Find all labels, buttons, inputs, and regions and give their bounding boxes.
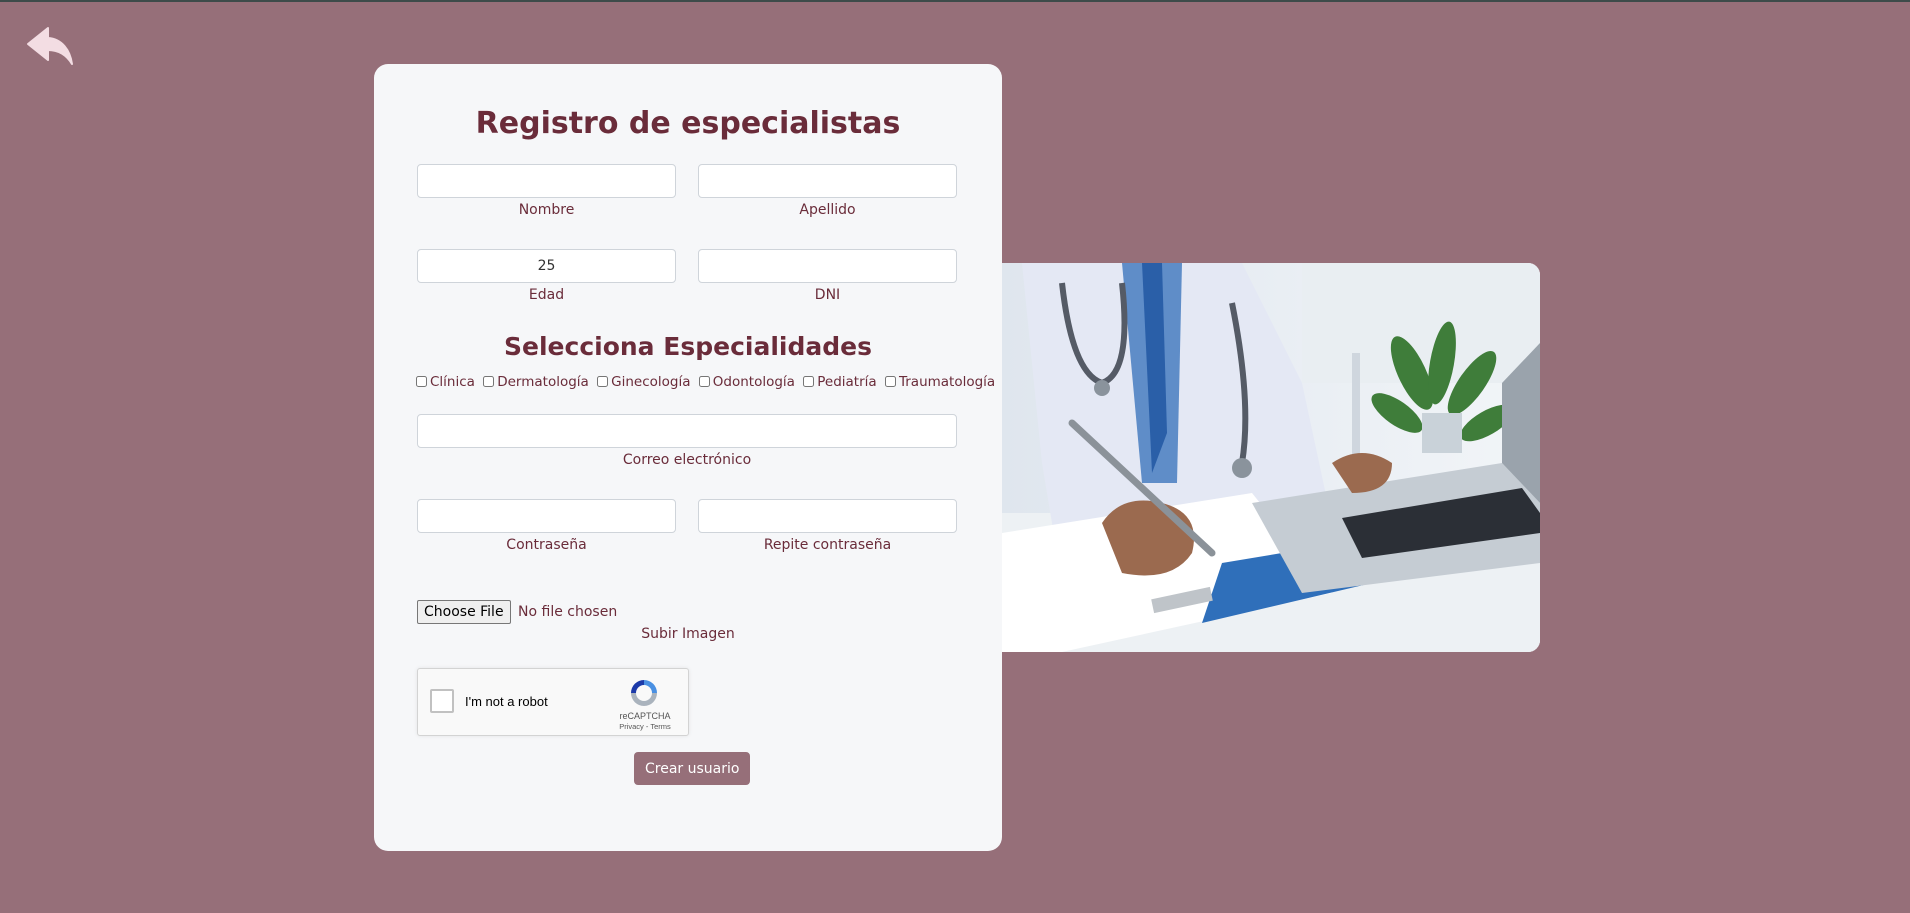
recaptcha-links[interactable]: Privacy - Terms bbox=[612, 722, 678, 731]
specialty-checkbox[interactable] bbox=[483, 376, 495, 387]
page-title: Registro de especialistas bbox=[475, 106, 901, 141]
password-label: Contraseña bbox=[506, 537, 587, 553]
file-upload: Choose File No file chosen bbox=[417, 600, 617, 624]
email-label: Correo electrónico bbox=[622, 452, 752, 468]
top-border bbox=[0, 0, 1910, 2]
specialty-option-pediatria[interactable]: Pediatría bbox=[803, 374, 877, 390]
back-button[interactable] bbox=[26, 24, 74, 72]
specialty-option-traumatologia[interactable]: Traumatología bbox=[884, 374, 995, 390]
doctor-illustration bbox=[1002, 263, 1540, 652]
recaptcha-widget: I'm not a robot reCAPTCHA Privacy - Term… bbox=[417, 668, 689, 736]
password-repeat-input[interactable] bbox=[698, 499, 957, 533]
specialties-list: Clínica Dermatología Ginecología Odontol… bbox=[416, 374, 995, 390]
nombre-input[interactable] bbox=[417, 164, 676, 198]
file-status: No file chosen bbox=[518, 604, 618, 620]
specialty-checkbox[interactable] bbox=[416, 376, 427, 387]
password-repeat-field-group: Repite contraseña bbox=[698, 499, 957, 553]
specialty-checkbox[interactable] bbox=[698, 376, 710, 387]
recaptcha-text: I'm not a robot bbox=[465, 694, 548, 709]
doctor-at-laptop-photo bbox=[1002, 263, 1540, 652]
dni-field-group: DNI bbox=[698, 249, 957, 303]
specialties-title: Selecciona Especialidades bbox=[504, 332, 872, 361]
reply-arrow-icon bbox=[27, 27, 73, 65]
apellido-label: Apellido bbox=[799, 202, 856, 218]
recaptcha-checkbox[interactable] bbox=[430, 689, 454, 713]
upload-image-label: Subir Imagen bbox=[641, 626, 735, 642]
email-input[interactable] bbox=[417, 414, 957, 448]
edad-label: Edad bbox=[528, 287, 565, 303]
dni-label: DNI bbox=[814, 287, 841, 303]
specialty-option-dermatologia[interactable]: Dermatología bbox=[483, 374, 589, 390]
apellido-field-group: Apellido bbox=[698, 164, 957, 218]
create-user-button[interactable]: Crear usuario bbox=[634, 752, 751, 785]
password-repeat-label: Repite contraseña bbox=[763, 537, 892, 553]
apellido-input[interactable] bbox=[698, 164, 957, 198]
nombre-field-group: Nombre bbox=[417, 164, 676, 218]
correo-field-group: Correo electrónico bbox=[417, 414, 957, 468]
specialty-option-ginecologia[interactable]: Ginecología bbox=[597, 374, 690, 390]
specialty-checkbox[interactable] bbox=[597, 376, 609, 387]
specialty-checkbox[interactable] bbox=[884, 376, 896, 387]
dni-input[interactable] bbox=[698, 249, 957, 283]
choose-file-button[interactable]: Choose File bbox=[417, 600, 511, 624]
specialty-option-odontologia[interactable]: Odontología bbox=[698, 374, 795, 390]
password-input[interactable] bbox=[417, 499, 676, 533]
registration-card: Registro de especialistas Nombre Apellid… bbox=[374, 64, 1002, 851]
edad-field-group: Edad bbox=[417, 249, 676, 303]
specialty-checkbox[interactable] bbox=[803, 376, 815, 387]
recaptcha-icon bbox=[631, 680, 657, 706]
nombre-label: Nombre bbox=[518, 202, 575, 218]
specialty-option-clinica[interactable]: Clínica bbox=[416, 374, 475, 390]
recaptcha-brand: reCAPTCHA bbox=[619, 711, 671, 721]
password-field-group: Contraseña bbox=[417, 499, 676, 553]
edad-input[interactable] bbox=[417, 249, 676, 283]
